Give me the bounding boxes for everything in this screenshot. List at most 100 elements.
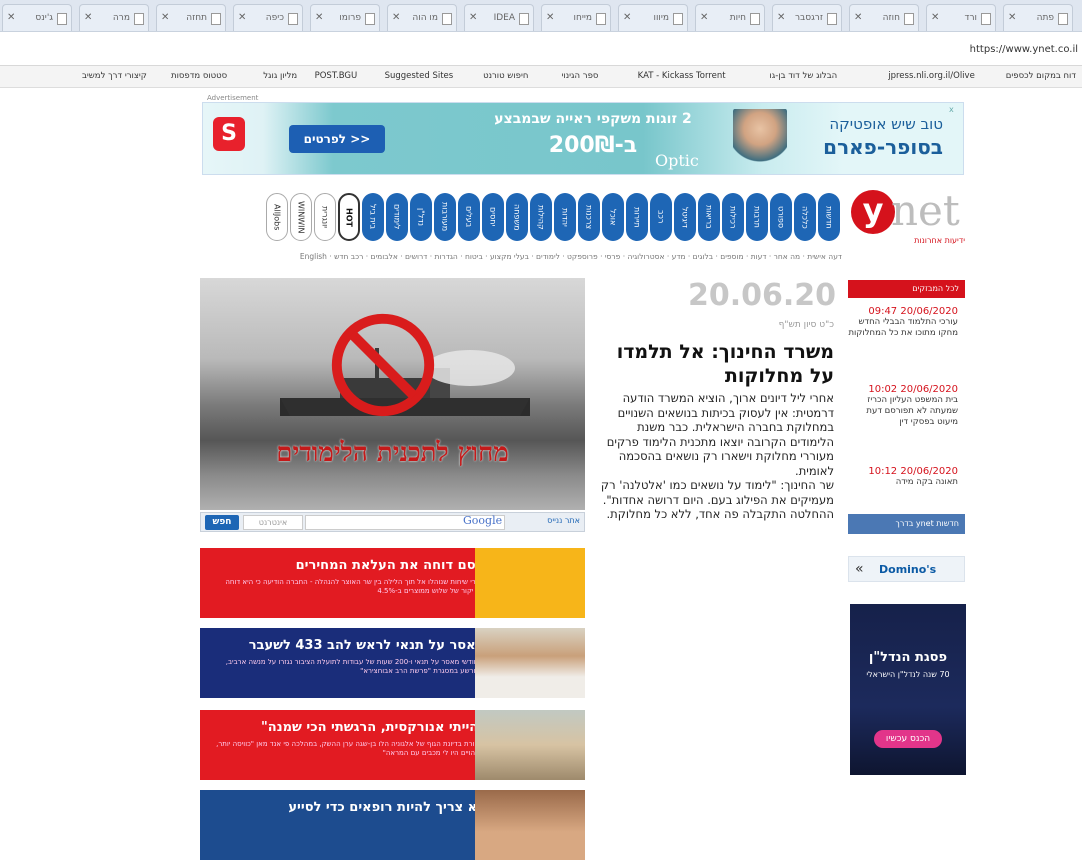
flash-item[interactable]: 20/06/2020 10:02 בית המשפט העליון הכריז … xyxy=(848,384,958,428)
article-body: אחרי ליל דיונים ארוך, הוציא המשרד הודעה … xyxy=(598,391,834,522)
browser-tab[interactable]: ורד ✕ xyxy=(926,4,996,31)
nav-item[interactable]: אוכל xyxy=(602,193,624,241)
search-button[interactable]: חפש xyxy=(205,515,239,530)
browser-tab[interactable]: IDEA ✕ xyxy=(464,4,534,31)
bookmark-item[interactable]: KAT - Kickass Torrent xyxy=(638,71,726,81)
url-field[interactable]: https://www.ynet.co.il xyxy=(970,44,1078,55)
close-icon[interactable]: ✕ xyxy=(469,12,477,23)
browser-tab[interactable]: פרומו ✕ xyxy=(310,4,380,31)
promo-lahav[interactable]: מאסר על תנאי לראש להב 433 לשעבר 4 חודשי … xyxy=(200,628,585,698)
ad-close-icon[interactable]: x xyxy=(949,105,959,115)
tab-label: חוזה xyxy=(882,13,900,23)
close-icon[interactable]: ✕ xyxy=(546,12,554,23)
article-paragraph: שר החינוך: "לימוד על נושאים כמו 'אלטלנה'… xyxy=(600,478,834,507)
promo-doctors[interactable]: לא צריך להיות רופאים כדי לסייע xyxy=(200,790,585,860)
accessibility-link[interactable]: אתר ננייס xyxy=(547,516,580,525)
nav-item[interactable]: צרכנות xyxy=(578,193,600,241)
close-icon[interactable]: ✕ xyxy=(777,12,785,23)
browser-tab[interactable]: מיווו ✕ xyxy=(618,4,688,31)
nav-item[interactable]: יחסים xyxy=(482,193,504,241)
nav-item[interactable]: בעלים xyxy=(458,193,480,241)
top-banner-ad[interactable]: S לפרטים >> 2 זוגות משקפי ראייה שבמבצע ב… xyxy=(202,102,964,175)
tab-favicon-icon xyxy=(288,13,298,25)
sub-nav[interactable]: דעה אישית · מה אחר · דעות · מוספים · בלו… xyxy=(228,252,842,261)
promo-osem[interactable]: אסם דוחה את העלאת המחירים אחרי שיחות שנו… xyxy=(200,548,585,618)
bookmark-item[interactable]: סטטוס מדפסות xyxy=(171,71,227,81)
bookmark-item[interactable]: קיצורי דרך למשיב xyxy=(82,71,147,81)
nav-item[interactable]: קהילות xyxy=(530,193,552,241)
browser-tab[interactable]: זרגסבר ✕ xyxy=(772,4,842,31)
flash-item[interactable]: 20/06/2020 09:47 עורכי התלמוד הבבלי החדש… xyxy=(848,306,958,339)
nav-item[interactable]: ספורט xyxy=(770,193,792,241)
nav-item[interactable]: WINWIN xyxy=(290,193,312,241)
flash-time: 20/06/2020 10:12 xyxy=(868,466,958,477)
ynet-news-widget[interactable]: חדשות ynet בדרך xyxy=(848,514,965,534)
bookmark-item[interactable]: ספר הגינוי xyxy=(562,71,599,81)
article-headline[interactable]: משרד החינוך: אל תלמדו על מחלוקות xyxy=(598,340,834,388)
nav-item[interactable]: תיירות xyxy=(626,193,648,241)
ad-details-button[interactable]: לפרטים >> xyxy=(289,125,385,153)
tab-label: IDEA xyxy=(493,13,515,23)
side-ad-real-estate[interactable]: פסגת הנדל"ן 70 שנה לנדל"ן הישראלי הכנס ע… xyxy=(850,604,966,775)
promo-photo xyxy=(475,790,585,860)
chevron-left-icon[interactable]: « xyxy=(855,561,864,577)
ynet-logo[interactable]: y net ידיעות אחרונות xyxy=(851,186,967,250)
nav-item[interactable]: AllJobs xyxy=(266,193,288,241)
promo-anorexia[interactable]: "הייתי אנורקסית, הרגשתי הכי שמנה" ביקורת… xyxy=(200,710,585,780)
dominos-ad[interactable]: « Domino's xyxy=(848,556,965,582)
hero-image[interactable]: מחוץ לתכנית הלימודים xyxy=(200,278,585,510)
flash-item[interactable]: 20/06/2020 10:12 תאונה בקה מידה xyxy=(848,466,958,488)
address-bar[interactable]: https://www.ynet.co.il xyxy=(0,32,1082,66)
tab-favicon-icon xyxy=(596,13,606,25)
nav-item[interactable]: מעורבות xyxy=(434,193,456,241)
close-icon[interactable]: ✕ xyxy=(931,12,939,23)
close-icon[interactable]: ✕ xyxy=(1008,12,1016,23)
browser-tab[interactable]: מרה ✕ xyxy=(79,4,149,31)
close-icon[interactable]: ✕ xyxy=(854,12,862,23)
close-icon[interactable]: ✕ xyxy=(623,12,631,23)
browser-tab[interactable]: מייחו ✕ xyxy=(541,4,611,31)
browser-tab[interactable]: תחזה ✕ xyxy=(156,4,226,31)
tab-favicon-icon xyxy=(981,13,991,25)
nav-item[interactable]: לימודים xyxy=(386,193,408,241)
nav-item[interactable]: בית ביל xyxy=(362,193,384,241)
close-icon[interactable]: ✕ xyxy=(238,12,246,23)
browser-tab[interactable]: כיפה ✕ xyxy=(233,4,303,31)
browser-tab[interactable]: פתה ✕ xyxy=(1003,4,1073,31)
browser-tab[interactable]: חיות ✕ xyxy=(695,4,765,31)
nav-item[interactable]: תרבות xyxy=(746,193,768,241)
close-icon[interactable]: ✕ xyxy=(161,12,169,23)
tab-label: ורד xyxy=(964,13,977,23)
close-icon[interactable]: ✕ xyxy=(84,12,92,23)
tab-favicon-icon xyxy=(750,13,760,25)
nav-item[interactable]: רכילות xyxy=(722,193,744,241)
nav-item[interactable]: בריאות xyxy=(698,193,720,241)
nav-item[interactable]: HOT xyxy=(338,193,360,241)
bookmark-item[interactable]: jpress.nli.org.il/Olive xyxy=(888,71,975,81)
close-icon[interactable]: ✕ xyxy=(700,12,708,23)
bookmark-item[interactable]: מליון גוגל xyxy=(263,71,297,81)
browser-tab[interactable]: חוזה ✕ xyxy=(849,4,919,31)
news-flash-header[interactable]: לכל המבזקים xyxy=(848,280,965,298)
nav-item[interactable]: נדל"ן xyxy=(410,193,432,241)
side-ad-enter-button[interactable]: הכנס עכשיו xyxy=(874,730,942,748)
nav-item[interactable]: יונגרית xyxy=(314,193,336,241)
hero-caption: מחוץ לתכנית הלימודים xyxy=(276,438,509,468)
bookmark-item[interactable]: POST.BGU xyxy=(315,71,358,81)
browser-tab[interactable]: מו הוה ✕ xyxy=(387,4,457,31)
nav-item[interactable]: חדשות xyxy=(818,193,840,241)
close-icon[interactable]: ✕ xyxy=(7,12,15,23)
bookmark-item[interactable]: הבלוג של דוד בן-גו xyxy=(769,71,837,81)
nav-item[interactable]: כלכלה xyxy=(794,193,816,241)
browser-tab[interactable]: ג'ינס ✕ xyxy=(2,4,72,31)
nav-item[interactable]: יהדות xyxy=(554,193,576,241)
bookmark-item[interactable]: Suggested Sites xyxy=(385,71,454,81)
bookmark-item[interactable]: דוח במקום לכספים xyxy=(1006,71,1076,81)
nav-item[interactable]: רכב xyxy=(650,193,672,241)
close-icon[interactable]: ✕ xyxy=(315,12,323,23)
bookmark-item[interactable]: חיפוש טורנט xyxy=(483,71,528,81)
nav-item[interactable]: משפחה xyxy=(506,193,528,241)
nav-item[interactable]: דיגיטל xyxy=(674,193,696,241)
close-icon[interactable]: ✕ xyxy=(392,12,400,23)
search-scope-select[interactable]: אינטרנט xyxy=(243,515,303,530)
